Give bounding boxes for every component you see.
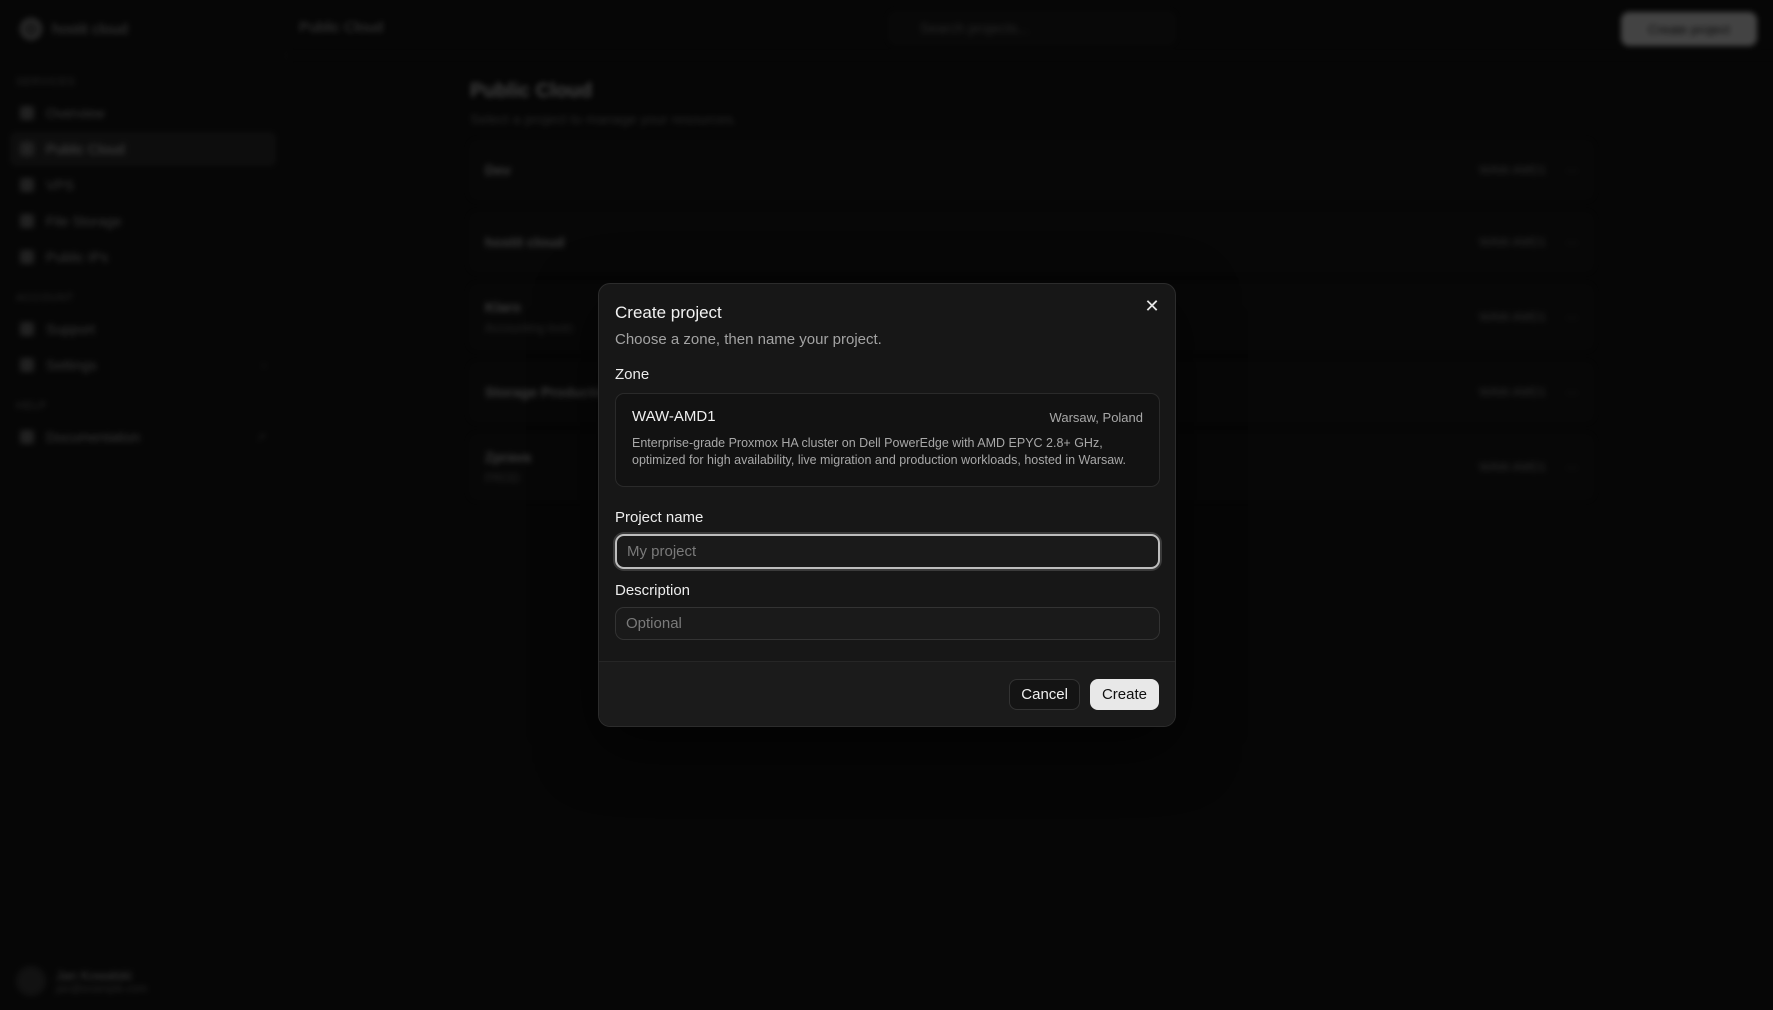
dialog-description: Choose a zone, then name your project. (615, 331, 882, 348)
app-root: hostit cloud SERVICES Overview Public Cl… (0, 0, 1773, 1010)
description-label: Description (615, 582, 691, 599)
dialog-title: Create project (615, 303, 722, 322)
description-input[interactable] (615, 607, 1160, 640)
zone-label: Zone (615, 366, 650, 383)
project-name-input[interactable] (615, 534, 1160, 569)
create-button[interactable]: Create (1089, 678, 1159, 710)
zone-location: Warsaw, Poland (1049, 410, 1143, 425)
cancel-button[interactable]: Cancel (1009, 678, 1080, 710)
zone-option-card[interactable]: WAW-AMD1 Warsaw, Poland Enterprise-grade… (615, 393, 1160, 487)
close-icon[interactable]: ✕ (1143, 297, 1161, 315)
zone-description: Enterprise-grade Proxmox HA cluster on D… (632, 436, 1126, 467)
dialog-body: Create project Choose a zone, then name … (599, 284, 1175, 640)
dialog-footer: Cancel Create (599, 661, 1175, 726)
create-project-dialog: ✕ Create project Choose a zone, then nam… (598, 283, 1176, 727)
project-name-label: Project name (615, 509, 704, 526)
